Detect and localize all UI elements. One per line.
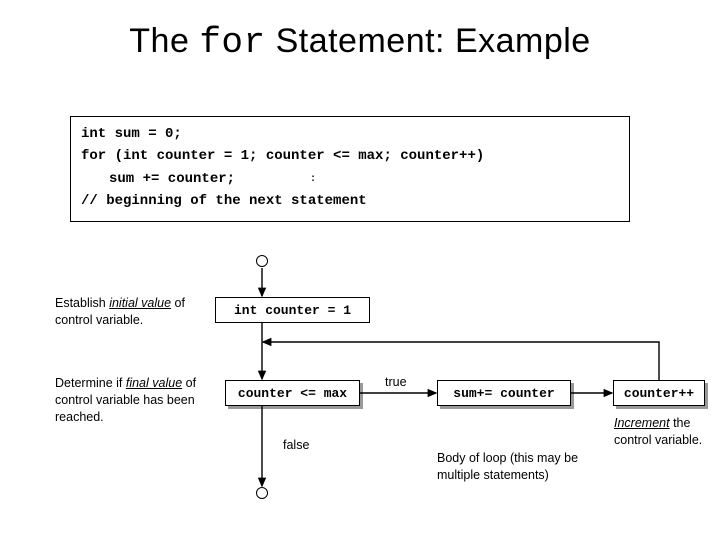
- code-line-1: int sum = 0;: [81, 123, 619, 145]
- page-title: The for Statement: Example: [0, 22, 720, 63]
- annot-final-value: Determine if final value of control vari…: [55, 375, 200, 426]
- title-post: Statement: Example: [266, 22, 591, 60]
- annot-initial-a: Establish: [55, 296, 109, 310]
- flow-connectors: [0, 0, 720, 540]
- flow-init-box: int counter = 1: [215, 297, 370, 323]
- annot-initial-value: Establish initial value of control varia…: [55, 295, 200, 329]
- title-keyword: for: [199, 22, 265, 63]
- code-extra-colon: :: [310, 172, 316, 188]
- label-false: false: [283, 438, 309, 452]
- flow-start-node: [256, 255, 268, 267]
- annot-initial-b: initial value: [109, 296, 171, 310]
- flow-condition-box: counter <= max: [225, 380, 360, 406]
- flow-increment-box: counter++: [613, 380, 705, 406]
- flow-end-node: [256, 487, 268, 499]
- flow-body-box: sum+= counter: [437, 380, 571, 406]
- annot-incr-a: Increment: [614, 416, 670, 430]
- title-pre: The: [129, 22, 199, 60]
- annot-body: Body of loop (this may be multiple state…: [437, 450, 597, 484]
- code-line-4: // beginning of the next statement: [81, 190, 619, 212]
- code-line-3: sum += counter;: [81, 168, 619, 190]
- label-true: true: [385, 375, 407, 389]
- code-box: int sum = 0; for (int counter = 1; count…: [70, 116, 630, 222]
- annot-increment: Increment the control variable.: [614, 415, 714, 449]
- code-line-2: for (int counter = 1; counter <= max; co…: [81, 145, 619, 167]
- annot-final-b: final value: [126, 376, 182, 390]
- annot-final-a: Determine if: [55, 376, 126, 390]
